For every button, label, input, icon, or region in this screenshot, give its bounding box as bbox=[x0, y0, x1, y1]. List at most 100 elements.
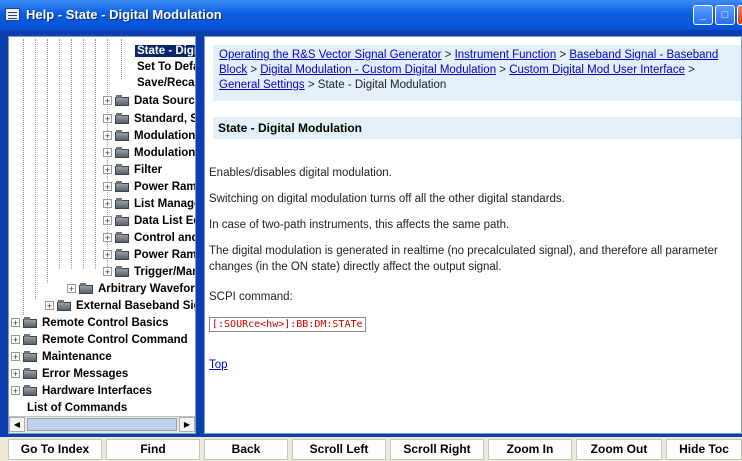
tree-line bbox=[59, 39, 60, 269]
breadcrumb-link-operating[interactable]: Operating the R&S Vector Signal Generato… bbox=[219, 49, 441, 61]
expand-icon[interactable]: + bbox=[103, 233, 112, 243]
breadcrumb-separator: > bbox=[247, 64, 261, 76]
toc-item-remote-control-basics[interactable]: + Remote Control Basics bbox=[11, 315, 169, 331]
folder-icon bbox=[79, 283, 94, 295]
toc-item-standard[interactable]: + Standard, S bbox=[103, 111, 195, 127]
toc-item-save-recall[interactable]: Save/Recal bbox=[137, 75, 195, 91]
toc-horizontal-scrollbar[interactable]: ◀ ▶ bbox=[9, 416, 195, 433]
page-title: State - Digital Modulation bbox=[213, 117, 741, 139]
close-button[interactable] bbox=[737, 5, 742, 25]
breadcrumb-link-custom-digital-mod-ui[interactable]: Custom Digital Mod User Interface bbox=[509, 64, 685, 76]
folder-icon bbox=[115, 147, 130, 159]
toc-item-list-management[interactable]: + List Manage bbox=[103, 196, 195, 212]
minimize-button[interactable]: _ bbox=[693, 5, 713, 25]
expand-icon[interactable]: + bbox=[103, 199, 112, 209]
expand-icon[interactable]: + bbox=[103, 250, 112, 260]
tree-line bbox=[23, 39, 24, 315]
breadcrumb-separator: > bbox=[496, 64, 510, 76]
folder-icon bbox=[115, 198, 130, 210]
folder-icon bbox=[115, 130, 130, 142]
toc-item-list-of-commands[interactable]: List of Commands bbox=[27, 400, 127, 416]
toc-item-state-digital[interactable]: State - Digi bbox=[135, 43, 195, 59]
top-link[interactable]: Top bbox=[209, 359, 228, 371]
breadcrumb-separator: > bbox=[441, 49, 455, 61]
breadcrumb-link-digital-modulation[interactable]: Digital Modulation - Custom Digital Modu… bbox=[260, 64, 496, 76]
toc-item-data-source[interactable]: + Data Sourc bbox=[103, 93, 195, 109]
expand-icon[interactable]: + bbox=[103, 182, 112, 192]
expand-icon[interactable]: + bbox=[103, 131, 112, 141]
scpi-command-link[interactable]: [:SOURce<hw>]:BB:DM:STATe bbox=[209, 317, 366, 332]
bottom-toolbar: Go To Index Find Back Scroll Left Scroll… bbox=[0, 437, 742, 461]
folder-icon bbox=[23, 334, 38, 346]
expand-icon[interactable]: + bbox=[11, 318, 20, 328]
maximize-button[interactable]: □ bbox=[715, 5, 735, 25]
window-title: Help - State - Digital Modulation bbox=[26, 7, 222, 22]
breadcrumb-current: State - Digital Modulation bbox=[317, 79, 447, 91]
title-bar: Help - State - Digital Modulation _ □ bbox=[0, 0, 742, 30]
toc-item-error-messages[interactable]: + Error Messages bbox=[11, 366, 128, 382]
expand-icon[interactable]: + bbox=[103, 216, 112, 226]
scroll-left-button[interactable]: Scroll Left bbox=[292, 439, 386, 460]
breadcrumb-link-general-settings[interactable]: General Settings bbox=[219, 79, 305, 91]
tree-line bbox=[83, 39, 84, 269]
expand-icon[interactable]: + bbox=[103, 148, 112, 158]
folder-icon bbox=[23, 368, 38, 380]
folder-icon bbox=[115, 113, 130, 125]
toc-item-remote-control-commands[interactable]: + Remote Control Command bbox=[11, 332, 188, 348]
scroll-left-arrow-icon[interactable]: ◀ bbox=[9, 417, 25, 432]
toc-item-trigger-marker[interactable]: + Trigger/Mar bbox=[103, 264, 195, 280]
toc-item-control-and[interactable]: + Control and bbox=[103, 230, 195, 246]
scroll-right-arrow-icon[interactable]: ▶ bbox=[179, 417, 195, 432]
scrollbar-thumb[interactable] bbox=[27, 418, 177, 431]
hide-toc-button[interactable]: Hide Toc bbox=[666, 439, 742, 460]
paragraph: Switching on digital modulation turns of… bbox=[209, 193, 565, 205]
toc-item-modulation-1[interactable]: + Modulation bbox=[103, 128, 195, 144]
folder-icon bbox=[115, 215, 130, 227]
folder-icon bbox=[23, 351, 38, 363]
expand-icon[interactable]: + bbox=[103, 96, 112, 106]
toc-item-power-ramp-1[interactable]: + Power Ram bbox=[103, 179, 195, 195]
toc-item-set-to-default[interactable]: Set To Defa bbox=[137, 59, 195, 75]
tree-line bbox=[47, 39, 48, 283]
folder-icon bbox=[57, 300, 72, 312]
folder-icon bbox=[115, 181, 130, 193]
expand-icon[interactable]: + bbox=[45, 301, 54, 311]
folder-icon bbox=[23, 317, 38, 329]
tree-line bbox=[121, 39, 122, 79]
expand-icon[interactable]: + bbox=[11, 369, 20, 379]
toc-item-filter[interactable]: + Filter bbox=[103, 162, 162, 178]
zoom-out-button[interactable]: Zoom Out bbox=[576, 439, 662, 460]
expand-icon[interactable]: + bbox=[103, 267, 112, 277]
folder-icon bbox=[23, 385, 38, 397]
scpi-label: SCPI command: bbox=[209, 291, 293, 303]
expand-icon[interactable]: + bbox=[11, 352, 20, 362]
breadcrumb-separator: > bbox=[556, 49, 570, 61]
help-window-icon bbox=[5, 8, 20, 21]
expand-icon[interactable]: + bbox=[103, 114, 112, 124]
breadcrumb-link-instrument-function[interactable]: Instrument Function bbox=[455, 49, 557, 61]
toc-item-data-list-editor[interactable]: + Data List Ed bbox=[103, 213, 195, 229]
toc-item-modulation-2[interactable]: + Modulation bbox=[103, 145, 195, 161]
find-button[interactable]: Find bbox=[106, 439, 200, 460]
folder-icon bbox=[115, 266, 130, 278]
expand-icon[interactable]: + bbox=[11, 386, 20, 396]
zoom-in-button[interactable]: Zoom In bbox=[488, 439, 572, 460]
expand-icon[interactable]: + bbox=[11, 335, 20, 345]
breadcrumb-separator: > bbox=[684, 64, 695, 76]
paragraph: In case of two-path instruments, this af… bbox=[209, 219, 510, 231]
back-button[interactable]: Back bbox=[204, 439, 288, 460]
go-to-index-button[interactable]: Go To Index bbox=[8, 439, 102, 460]
toc-item-maintenance[interactable]: + Maintenance bbox=[11, 349, 112, 365]
toc-item-external-baseband[interactable]: + External Baseband Sig bbox=[45, 298, 195, 314]
toc-tree[interactable]: State - Digi Set To Defa Save/Recal + Dat… bbox=[8, 36, 196, 434]
folder-icon bbox=[115, 95, 130, 107]
toc-item-hardware-interfaces[interactable]: + Hardware Interfaces bbox=[11, 383, 152, 399]
folder-icon bbox=[115, 164, 130, 176]
toc-item-power-ramp-2[interactable]: + Power Ram bbox=[103, 247, 195, 263]
scroll-right-button[interactable]: Scroll Right bbox=[390, 439, 484, 460]
expand-icon[interactable]: + bbox=[103, 165, 112, 175]
toc-item-arbitrary-waveform[interactable]: + Arbitrary Wavefor bbox=[67, 281, 195, 297]
paragraph: The digital modulation is generated in r… bbox=[209, 245, 718, 273]
expand-icon[interactable]: + bbox=[67, 284, 76, 294]
paragraph: Enables/disables digital modulation. bbox=[209, 167, 392, 179]
